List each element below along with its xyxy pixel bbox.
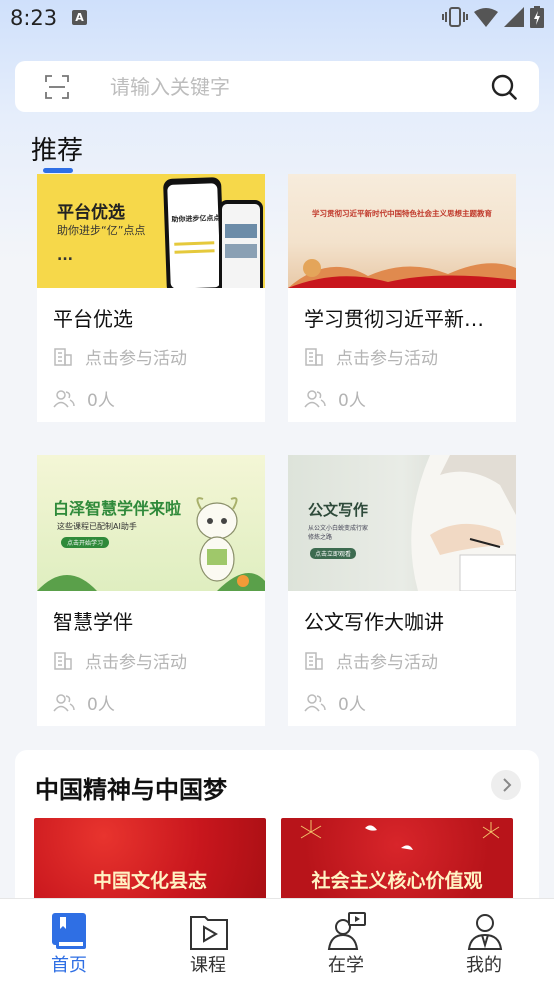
leaf-decoration — [37, 551, 265, 591]
card-meta-text: 点击参与活动 — [336, 349, 438, 369]
card-count-text: 0人 — [87, 695, 115, 715]
thumb-button: 点击开始学习 — [61, 537, 110, 548]
video-folder-icon — [190, 916, 228, 950]
card-count-text: 0人 — [338, 695, 366, 715]
people-icon — [53, 693, 75, 711]
section-banner[interactable]: 中国文化县志 — [34, 818, 266, 908]
vibrate-icon — [442, 7, 468, 27]
tab-courses[interactable]: 课程 — [158, 899, 258, 984]
building-icon — [54, 347, 72, 366]
card-title: 平台优选 — [53, 307, 133, 331]
card-meta-row: 点击参与活动 — [304, 648, 438, 673]
thumb-button: 点击立即观看 — [310, 548, 357, 559]
battery-icon — [530, 6, 544, 28]
tab-label: 首页 — [51, 955, 87, 976]
status-bar: 8:23 A — [0, 0, 554, 40]
card-meta-text: 点击参与活动 — [85, 653, 187, 673]
thumb-subtitle: 从公文小白蜕变成行家 — [308, 525, 369, 532]
phone-screen-text: 助你进步亿点点 — [171, 214, 221, 224]
people-icon — [304, 693, 326, 711]
card-thumbnail: 白泽智慧学伴来啦 这些课程已配制AI助手 点击开始学习 — [37, 455, 265, 591]
banner-text: 社会主义核心价值观 — [311, 870, 483, 892]
tab-home[interactable]: 首页 — [19, 899, 119, 984]
tab-studying[interactable]: 在学 — [296, 899, 396, 984]
status-time: 8:23 — [10, 6, 58, 30]
office-photo — [400, 455, 516, 591]
tab-label: 课程 — [190, 955, 226, 976]
card-meta-row: 点击参与活动 — [304, 344, 438, 369]
building-icon — [305, 347, 323, 366]
card-count-text: 0人 — [338, 391, 366, 411]
people-icon — [53, 389, 75, 407]
tab-mine[interactable]: 我的 — [434, 899, 534, 984]
thumb-heading: 白泽智慧学伴来啦 — [53, 499, 182, 518]
activity-card[interactable]: 平台优选 助你进步“亿”点点 ... 助你进步亿点点 平台优选 点击参与活动 0… — [37, 174, 265, 422]
book-icon — [52, 913, 86, 949]
card-meta-text: 点击参与活动 — [336, 653, 438, 673]
card-title: 智慧学伴 — [53, 610, 133, 634]
activity-card[interactable]: 学习贯彻习近平新时代中国特色社会主义思想主题教育 学习贯彻习近平新… 点击参与活… — [288, 174, 516, 422]
building-icon — [54, 651, 72, 670]
thumb-dots: ... — [57, 248, 73, 264]
search-input[interactable] — [110, 61, 470, 112]
card-thumbnail: 平台优选 助你进步“亿”点点 ... 助你进步亿点点 — [37, 174, 265, 288]
card-meta-row: 点击参与活动 — [53, 648, 187, 673]
search-icon[interactable] — [491, 74, 517, 100]
section-more-button[interactable] — [491, 770, 521, 800]
card-count-row: 0人 — [53, 386, 115, 411]
tab-label: 在学 — [328, 955, 364, 976]
card-count-row: 0人 — [53, 690, 115, 715]
search-bar[interactable] — [15, 61, 539, 112]
thumb-mountains — [288, 248, 516, 288]
thumb-heading: 公文写作 — [308, 501, 369, 519]
thumb-subtitle: 这些课程已配制AI助手 — [57, 522, 137, 531]
card-count-row: 0人 — [304, 386, 366, 411]
activity-card[interactable]: 公文写作 从公文小白蜕变成行家 修炼之路 点击立即观看 公文写作大咖讲 点击参与… — [288, 455, 516, 726]
card-count-text: 0人 — [87, 391, 115, 411]
wifi-icon — [474, 8, 498, 27]
tab-label: 我的 — [466, 955, 502, 976]
thumb-subtitle: 助你进步“亿”点点 — [57, 224, 146, 237]
building-icon — [305, 651, 323, 670]
card-count-row: 0人 — [304, 690, 366, 715]
phone-mockup-back — [219, 200, 263, 288]
signal-icon — [504, 7, 524, 27]
learner-icon — [327, 912, 366, 950]
thumb-heading: 平台优选 — [57, 203, 125, 223]
card-title: 公文写作大咖讲 — [304, 610, 444, 634]
recommend-title: 推荐 — [31, 136, 84, 166]
phone-mockup: 助你进步亿点点 — [162, 177, 226, 288]
card-meta-text: 点击参与活动 — [85, 349, 187, 369]
section-banner[interactable]: 社会主义核心价值观 — [281, 818, 513, 908]
people-icon — [304, 389, 326, 407]
chevron-right-icon — [503, 778, 512, 792]
card-meta-row: 点击参与活动 — [53, 344, 187, 369]
card-thumbnail: 公文写作 从公文小白蜕变成行家 修炼之路 点击立即观看 — [288, 455, 516, 591]
banner-text: 中国文化县志 — [92, 870, 207, 892]
bottom-tab-bar: 首页 课程 在学 我的 — [0, 898, 554, 984]
thumb-heading: 学习贯彻习近平新时代中国特色社会主义思想主题教育 — [312, 209, 492, 218]
profile-icon — [467, 914, 503, 950]
recommend-underline — [43, 168, 73, 173]
notification-a-icon: A — [72, 10, 87, 25]
card-title: 学习贯彻习近平新… — [304, 307, 484, 331]
activity-card[interactable]: 白泽智慧学伴来啦 这些课程已配制AI助手 点击开始学习 智慧学伴 点击参与活动 … — [37, 455, 265, 726]
thumb-subtitle-2: 修炼之路 — [308, 534, 333, 541]
card-thumbnail: 学习贯彻习近平新时代中国特色社会主义思想主题教育 — [288, 174, 516, 288]
section-title: 中国精神与中国梦 — [35, 776, 227, 804]
scan-icon[interactable] — [45, 75, 69, 99]
